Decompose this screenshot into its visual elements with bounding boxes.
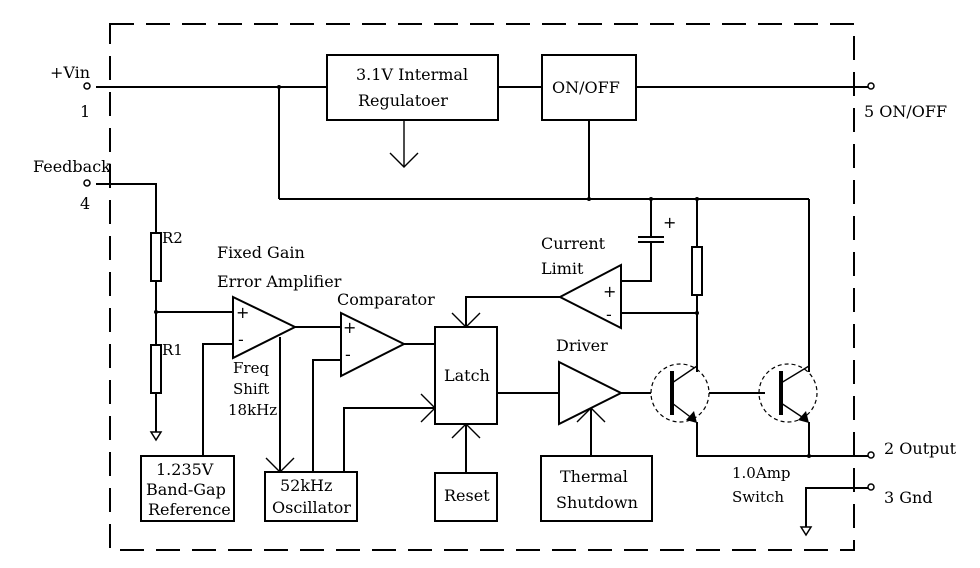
q2-emitter-arrow-icon xyxy=(798,411,809,423)
gnd-wire xyxy=(805,487,868,527)
error-amp-minus: - xyxy=(238,330,244,349)
q2-outline xyxy=(758,363,818,423)
pin-gnd-label: 3 Gnd xyxy=(884,488,933,507)
q1-collector xyxy=(671,365,698,384)
capacitor-gap xyxy=(645,238,657,241)
output-wire xyxy=(696,422,868,457)
regulator-label-line2: Regulatoer xyxy=(358,91,448,110)
switch-label-line2: Switch xyxy=(732,488,784,506)
sense-resistor xyxy=(691,246,703,296)
current-limit-to-latch-wire xyxy=(465,296,560,327)
block-diagram: +Vin 1 3.1V Intermal Regulatoer ON/OFF 5… xyxy=(33,23,957,551)
current-limit-label-line2: Limit xyxy=(541,259,584,278)
bandgap-label-line2: Band-Gap xyxy=(146,480,226,499)
thermal-label-line2: Shutdown xyxy=(556,493,638,512)
error-amp-label-line1: Fixed Gain xyxy=(217,243,305,262)
comparator-label: Comparator xyxy=(337,290,435,309)
pin-feedback-label: Feedback xyxy=(33,157,111,176)
thermal-label-line1: Thermal xyxy=(560,467,628,486)
current-limit-plus: + xyxy=(603,282,616,301)
ground-icon xyxy=(149,431,163,442)
freq-label-line1: Freq xyxy=(233,359,269,377)
comparator-minus: - xyxy=(345,345,351,364)
onoff-block-label: ON/OFF xyxy=(552,78,620,97)
comparator-plus: + xyxy=(343,318,356,337)
q1-outline xyxy=(650,363,710,423)
junction-dot xyxy=(695,311,699,315)
feedback-wire xyxy=(96,183,157,233)
freq-label-line2: Shift xyxy=(233,380,269,398)
q2-collector xyxy=(780,365,810,384)
latch-label: Latch xyxy=(444,366,490,385)
regulator-label-line1: 3.1V Intermal xyxy=(356,65,468,84)
error-amp-label-line2: Error Amplifier xyxy=(217,272,342,291)
junction-dot xyxy=(587,197,591,201)
oscillator-label-line1: 52kHz xyxy=(280,476,332,495)
driver-label: Driver xyxy=(556,336,608,355)
pin-vin-terminal xyxy=(83,82,91,90)
junction-dot xyxy=(807,454,811,458)
r1-label: R1 xyxy=(162,341,183,359)
pin-vin-label: +Vin xyxy=(50,63,90,82)
error-amp-plus: + xyxy=(236,303,249,322)
junction-dot xyxy=(154,310,158,314)
oscillator-label-line2: Oscillator xyxy=(272,498,351,517)
freq-label-line3: 18kHz xyxy=(228,401,277,419)
resistor-r1 xyxy=(150,344,162,394)
pin-vin-number: 1 xyxy=(80,102,90,121)
junction-dot xyxy=(695,197,699,201)
switch-label-line1: 1.0Amp xyxy=(732,464,791,482)
r2-label: R2 xyxy=(162,229,183,247)
transistor-q2 xyxy=(758,363,818,423)
reset-label: Reset xyxy=(444,486,490,505)
gnd-ground-icon xyxy=(799,526,813,537)
pin-output-label: 2 Output xyxy=(884,439,957,458)
resistor-r2 xyxy=(150,232,162,282)
current-limit-label-line1: Current xyxy=(541,234,606,253)
pin-feedback-number: 4 xyxy=(80,194,90,213)
junction-dot xyxy=(277,85,281,89)
junction-dot xyxy=(649,197,653,201)
bandgap-label-line3: Reference xyxy=(148,500,231,519)
pin-gnd-terminal xyxy=(867,483,875,491)
pin-feedback-terminal xyxy=(83,179,91,187)
current-limit-minus: - xyxy=(606,305,612,324)
osc-to-comparator-wire xyxy=(312,359,341,472)
pin-onoff-terminal xyxy=(867,82,875,90)
pin-onoff-label: 5 ON/OFF xyxy=(864,102,947,121)
bandgap-label-line1: 1.235V xyxy=(156,460,214,479)
pin-output-terminal xyxy=(867,451,875,459)
capacitor-plus: + xyxy=(663,213,676,232)
transistor-q1 xyxy=(650,363,710,423)
reference-to-amp-wire xyxy=(202,343,233,456)
osc-to-latch-wire xyxy=(343,407,435,472)
